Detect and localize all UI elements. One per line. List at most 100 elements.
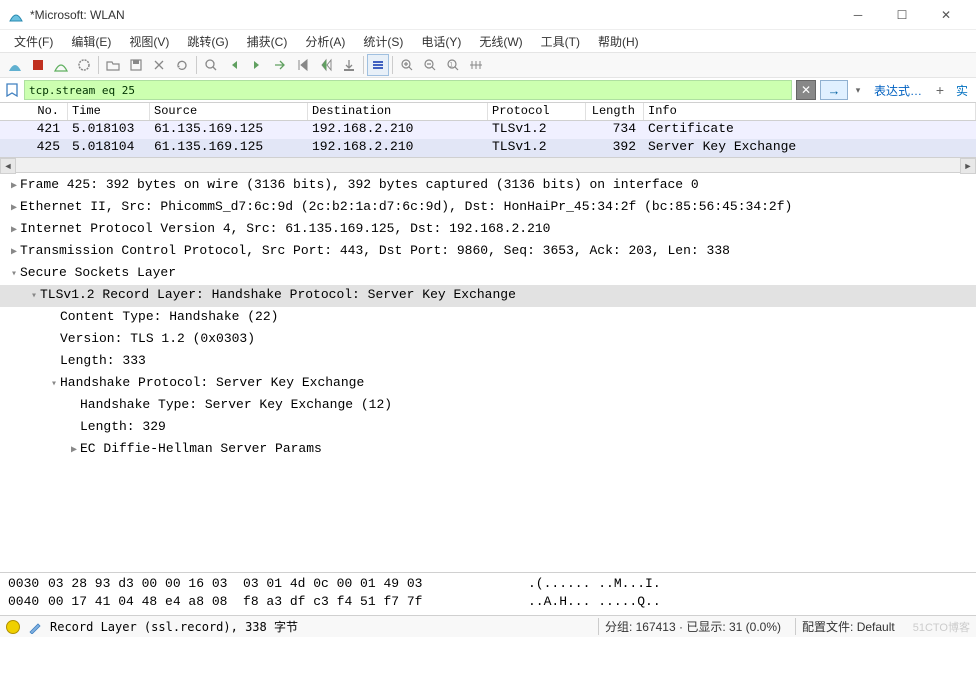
toolbar: 1: [0, 52, 976, 78]
tree-tcp[interactable]: ▶Transmission Control Protocol, Src Port…: [0, 241, 976, 263]
tree-tls-record[interactable]: ▾TLSv1.2 Record Layer: Handshake Protoco…: [0, 285, 976, 307]
separator: [98, 56, 99, 74]
expand-icon[interactable]: ▶: [8, 221, 20, 241]
reload-icon[interactable]: [171, 54, 193, 76]
scroll-right-icon[interactable]: ►: [960, 158, 976, 174]
open-file-icon[interactable]: [102, 54, 124, 76]
minimize-button[interactable]: ─: [836, 1, 880, 29]
cell-source: 61.135.169.125: [150, 139, 308, 157]
zoom-reset-icon[interactable]: 1: [442, 54, 464, 76]
menu-statistics[interactable]: 统计(S): [355, 31, 411, 52]
tree-ssl[interactable]: ▾Secure Sockets Layer: [0, 263, 976, 285]
menu-view[interactable]: 视图(V): [121, 31, 177, 52]
hex-offset: 0030: [0, 575, 48, 593]
go-last-icon[interactable]: [315, 54, 337, 76]
tree-version[interactable]: Version: TLS 1.2 (0x0303): [0, 329, 976, 351]
header-no[interactable]: No.: [0, 103, 68, 120]
header-time[interactable]: Time: [68, 103, 150, 120]
clear-filter-button[interactable]: ✕: [796, 80, 816, 100]
apply-filter-button[interactable]: →: [820, 80, 848, 100]
expand-icon[interactable]: ▶: [8, 243, 20, 263]
start-capture-icon[interactable]: [4, 54, 26, 76]
hex-row[interactable]: 0030 03 28 93 d3 00 00 16 03 03 01 4d 0c…: [0, 575, 976, 593]
zoom-out-icon[interactable]: [419, 54, 441, 76]
tree-ethernet[interactable]: ▶Ethernet II, Src: PhicommS_d7:6c:9d (2c…: [0, 197, 976, 219]
expand-icon[interactable]: ▶: [68, 441, 80, 461]
cell-protocol: TLSv1.2: [488, 139, 586, 157]
menu-tools[interactable]: 工具(T): [533, 31, 588, 52]
close-button[interactable]: ✕: [924, 1, 968, 29]
window-controls: ─ ☐ ✕: [836, 1, 968, 29]
tree-length[interactable]: Length: 333: [0, 351, 976, 373]
collapse-icon[interactable]: ▾: [48, 375, 60, 395]
header-destination[interactable]: Destination: [308, 103, 488, 120]
titlebar: *Microsoft: WLAN ─ ☐ ✕: [0, 0, 976, 30]
menu-analyze[interactable]: 分析(A): [297, 31, 353, 52]
display-filter-input[interactable]: [24, 80, 792, 100]
tree-ip[interactable]: ▶Internet Protocol Version 4, Src: 61.13…: [0, 219, 976, 241]
tree-label: EC Diffie-Hellman Server Params: [80, 441, 322, 456]
collapse-icon[interactable]: ▾: [28, 287, 40, 307]
header-source[interactable]: Source: [150, 103, 308, 120]
filter-bookmark-icon[interactable]: [4, 82, 20, 98]
tree-handshake-type[interactable]: Handshake Type: Server Key Exchange (12): [0, 395, 976, 417]
wireshark-icon: [8, 7, 24, 23]
tree-handshake[interactable]: ▾Handshake Protocol: Server Key Exchange: [0, 373, 976, 395]
go-first-icon[interactable]: [292, 54, 314, 76]
close-file-icon[interactable]: [148, 54, 170, 76]
tree-content-type[interactable]: Content Type: Handshake (22): [0, 307, 976, 329]
restart-capture-icon[interactable]: [50, 54, 72, 76]
tree-ecdh[interactable]: ▶EC Diffie-Hellman Server Params: [0, 439, 976, 461]
cell-no: 421: [0, 121, 68, 139]
save-file-icon[interactable]: [125, 54, 147, 76]
maximize-button[interactable]: ☐: [880, 1, 924, 29]
menu-telephony[interactable]: 电话(Y): [413, 31, 469, 52]
menu-wireless[interactable]: 无线(W): [471, 31, 530, 52]
edit-preferences-icon[interactable]: [28, 620, 42, 634]
tree-frame[interactable]: ▶Frame 425: 392 bytes on wire (3136 bits…: [0, 175, 976, 197]
cell-protocol: TLSv1.2: [488, 121, 586, 139]
zoom-in-icon[interactable]: [396, 54, 418, 76]
go-back-icon[interactable]: [223, 54, 245, 76]
go-to-packet-icon[interactable]: [269, 54, 291, 76]
menu-help[interactable]: 帮助(H): [590, 31, 647, 52]
colorize-icon[interactable]: [367, 54, 389, 76]
packet-row[interactable]: 425 5.018104 61.135.169.125 192.168.2.21…: [0, 139, 976, 157]
add-filter-button[interactable]: +: [932, 82, 948, 98]
menu-capture[interactable]: 捕获(C): [239, 31, 296, 52]
expert-info-icon[interactable]: [6, 620, 20, 634]
hex-row[interactable]: 0040 00 17 41 04 48 e4 a8 08 f8 a3 df c3…: [0, 593, 976, 611]
watermark: 51CTO博客: [909, 619, 970, 635]
auto-scroll-icon[interactable]: [338, 54, 360, 76]
find-icon[interactable]: [200, 54, 222, 76]
filter-bar: ✕ → ▾ 表达式… + 实: [0, 78, 976, 102]
expand-icon[interactable]: ▶: [8, 199, 20, 219]
menu-go[interactable]: 跳转(G): [179, 31, 236, 52]
spacer-icon: [68, 419, 80, 439]
header-protocol[interactable]: Protocol: [488, 103, 586, 120]
packet-list-header: No. Time Source Destination Protocol Len…: [0, 103, 976, 121]
packet-list-hscroll[interactable]: ◄ ►: [0, 157, 976, 173]
tree-label: Secure Sockets Layer: [20, 265, 176, 280]
tree-label: Version: TLS 1.2 (0x0303): [60, 331, 255, 346]
collapse-icon[interactable]: ▾: [8, 265, 20, 285]
menu-edit[interactable]: 编辑(E): [63, 31, 119, 52]
header-length[interactable]: Length: [586, 103, 644, 120]
capture-options-icon[interactable]: [73, 54, 95, 76]
expand-icon[interactable]: ▶: [8, 177, 20, 197]
scroll-left-icon[interactable]: ◄: [0, 158, 16, 174]
tree-handshake-length[interactable]: Length: 329: [0, 417, 976, 439]
filter-dropdown-icon[interactable]: ▾: [852, 80, 864, 100]
menu-file[interactable]: 文件(F): [6, 31, 61, 52]
packet-row[interactable]: 421 5.018103 61.135.169.125 192.168.2.21…: [0, 121, 976, 139]
tree-label: TLSv1.2 Record Layer: Handshake Protocol…: [40, 287, 516, 302]
spacer-icon: [68, 397, 80, 417]
status-profile[interactable]: 配置文件: Default: [795, 618, 901, 635]
resize-columns-icon[interactable]: [465, 54, 487, 76]
expression-button[interactable]: 表达式…: [868, 82, 928, 99]
header-info[interactable]: Info: [644, 103, 976, 120]
go-forward-icon[interactable]: [246, 54, 268, 76]
stop-capture-icon[interactable]: [27, 54, 49, 76]
separator: [392, 56, 393, 74]
spacer-icon: [48, 331, 60, 351]
